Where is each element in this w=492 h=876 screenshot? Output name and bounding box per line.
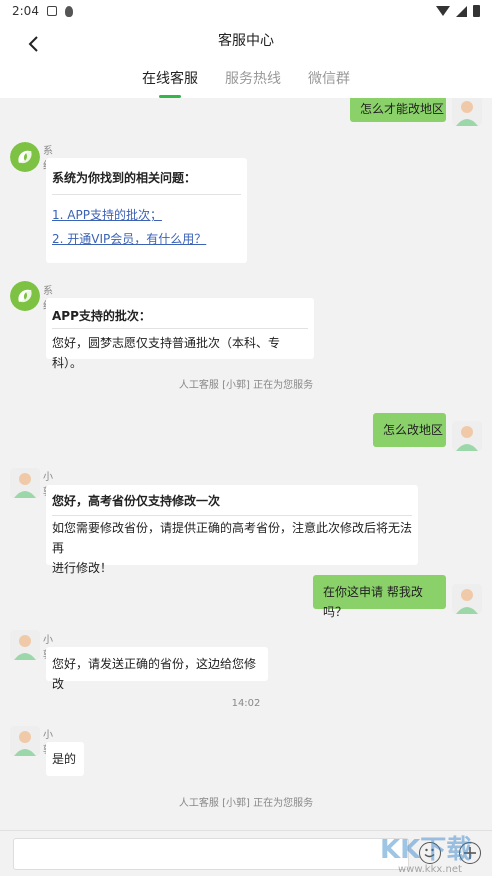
app-notification-icon [64,5,73,17]
header: 客服中心 在线客服 服务热线 微信群 [0,22,492,98]
tab-bar: 在线客服 服务热线 微信群 [0,66,492,98]
signal-icon [456,5,467,17]
svg-text:www.kkx.net: www.kkx.net [398,864,462,875]
user-avatar [452,584,482,614]
battery-icon [473,5,480,17]
notification-icon [46,6,57,16]
message-bubble: 系统为你找到的相关问题： 1. APP支持的批次； 2. 开通VIP会员，有什么… [46,158,247,263]
faq-link[interactable]: 2. 开通VIP会员，有什么用？ [52,229,241,249]
watermark-logo: KK下载 www.kkx.net [374,826,492,876]
wifi-icon [436,6,450,16]
divider [52,515,412,516]
service-notice: 人工客服 [小郭] 正在为您服务 [178,380,314,391]
message-title: APP支持的批次： [52,309,151,323]
divider [52,194,241,195]
tab-service-hotline[interactable]: 服务热线 [225,66,281,98]
system-logo-avatar [10,281,40,311]
system-logo-avatar [10,142,40,172]
svg-text:KK下载: KK下载 [380,835,472,865]
status-bar: 2:04 [0,0,492,22]
agent-avatar [10,468,40,498]
message-input[interactable] [13,838,409,870]
tab-online-service[interactable]: 在线客服 [142,66,198,98]
message-bubble: 是的 [46,742,84,776]
message-bubble: 在你这申请 帮我改吗？ [313,575,446,619]
message-bubble: APP支持的批次： 您好，圆梦志愿仅支持普通批次（本科、专科）。 [46,298,314,370]
message-text: 您好，圆梦志愿仅支持普通批次（本科、专科）。 [52,336,281,370]
message-bubble: 怎么才能改地区 [350,98,446,122]
agent-avatar [10,726,40,756]
status-time: 2:04 [12,4,39,18]
message-bubble: 您好，请发送正确的省份，这边给您修改 [46,647,268,691]
message-bubble: 怎么改地区 [373,413,446,447]
message-title: 您好，高考省份仅支持修改一次 [52,494,221,508]
message-title: 系统为你找到的相关问题： [52,171,197,185]
tab-wechat-group[interactable]: 微信群 [308,66,350,98]
message-timestamp: 14:02 [231,698,261,709]
page-title: 客服中心 [218,33,274,49]
service-notice: 人工客服 [小郭] 正在为您服务 [178,798,314,809]
chat-messages[interactable]: 怎么才能改地区 系统 系统为你找到的相关问题： 1. APP支持的批次； 2. … [0,98,492,830]
divider [52,328,308,329]
message-text: 如您需要修改省份，请提供正确的高考省份，注意此次修改后将无法再 [52,521,413,555]
faq-link[interactable]: 1. APP支持的批次； [52,205,241,225]
user-avatar [452,421,482,451]
user-avatar [452,98,482,126]
message-bubble: 您好，高考省份仅支持修改一次 如您需要修改省份，请提供正确的高考省份，注意此次修… [46,485,418,575]
agent-avatar [10,630,40,660]
